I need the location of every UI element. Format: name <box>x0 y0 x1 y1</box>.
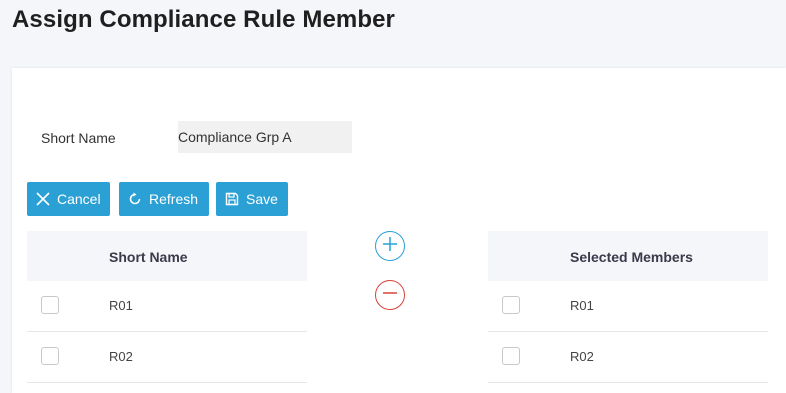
remove-member-button[interactable] <box>375 280 405 310</box>
row-checkbox[interactable] <box>41 347 59 365</box>
close-icon <box>35 191 51 207</box>
row-checkbox[interactable] <box>502 296 520 314</box>
row-short-name: R02 <box>109 349 133 364</box>
minus-icon <box>382 285 398 306</box>
column-header-selected-members: Selected Members <box>570 249 693 265</box>
row-checkbox[interactable] <box>41 296 59 314</box>
table-row[interactable]: R01 <box>27 281 307 332</box>
table-header: Selected Members <box>488 231 768 281</box>
plus-icon <box>382 236 398 257</box>
table-row[interactable]: R02 <box>27 332 307 383</box>
table-row[interactable]: R01 <box>488 281 768 332</box>
selected-members-table: Selected Members R01 R02 <box>488 231 768 383</box>
table-row[interactable]: R02 <box>488 332 768 383</box>
short-name-field: Compliance Grp A <box>178 121 352 153</box>
refresh-icon <box>127 191 143 207</box>
cancel-label: Cancel <box>57 191 101 207</box>
save-button[interactable]: Save <box>216 182 288 216</box>
row-checkbox[interactable] <box>502 347 520 365</box>
cancel-button[interactable]: Cancel <box>27 182 110 216</box>
column-header-short-name: Short Name <box>109 249 188 265</box>
save-icon <box>224 191 240 207</box>
short-name-label: Short Name <box>41 130 116 146</box>
row-selected-member: R01 <box>570 298 594 313</box>
table-header: Short Name <box>27 231 307 281</box>
save-label: Save <box>246 191 278 207</box>
add-member-button[interactable] <box>375 231 405 261</box>
refresh-label: Refresh <box>149 191 199 207</box>
refresh-button[interactable]: Refresh <box>119 182 209 216</box>
page-title: Assign Compliance Rule Member <box>12 6 395 33</box>
available-members-table: Short Name R01 R02 <box>27 231 307 383</box>
row-selected-member: R02 <box>570 349 594 364</box>
row-short-name: R01 <box>109 298 133 313</box>
